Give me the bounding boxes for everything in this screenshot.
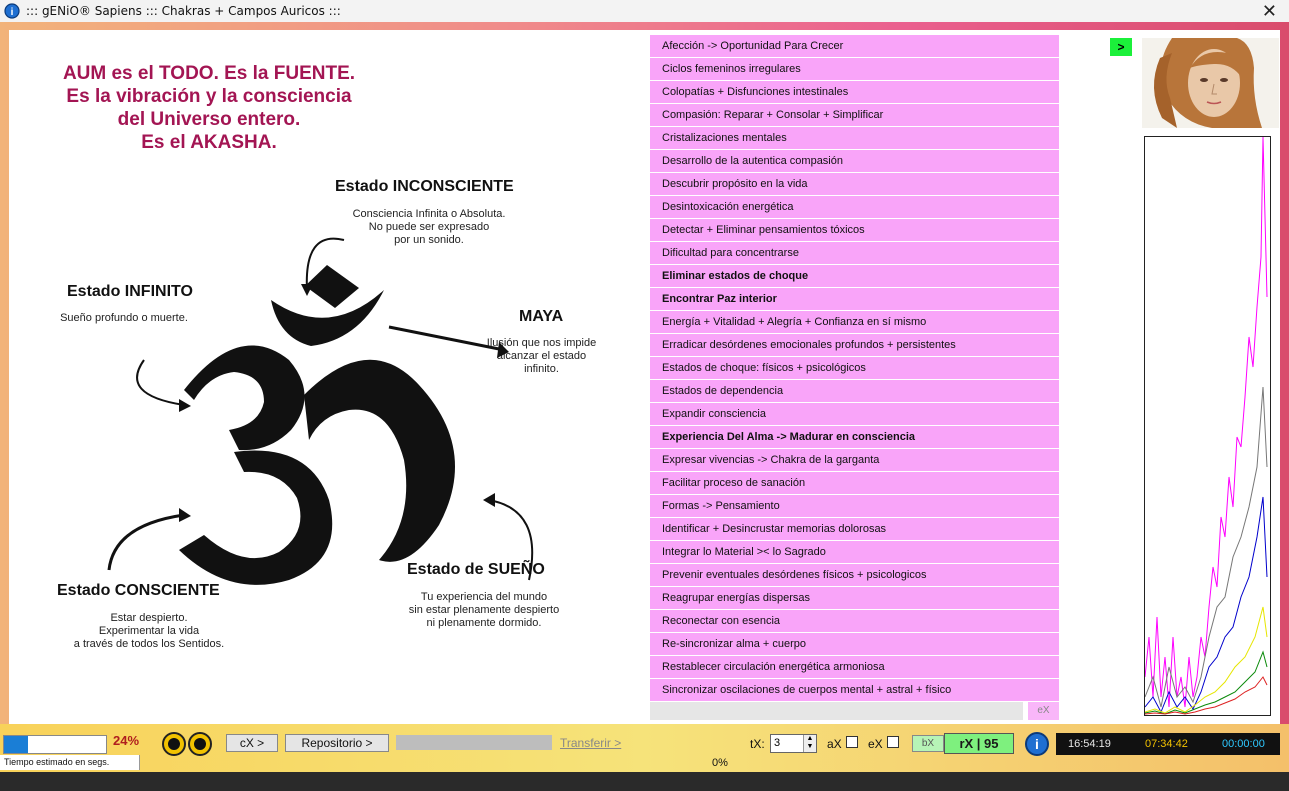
window-title: ::: gENiO® Sapiens ::: Chakras + Campos … [26, 4, 341, 18]
state-consciente-desc: Estar despierto. Experimentar la vida a … [59, 612, 239, 651]
list-item[interactable]: Encontrar Paz interior [650, 288, 1059, 310]
aum-line: Es la vibración y la consciencia [66, 86, 352, 107]
aum-line: del Universo entero. [117, 109, 301, 130]
tx-stepper[interactable]: 3 ▲ ▼ [770, 734, 817, 753]
progress-bar [3, 735, 107, 754]
status-percent: 0% [712, 757, 728, 769]
clock-time-2: 07:34:42 [1145, 738, 1188, 750]
ex-button[interactable]: eX [1028, 702, 1059, 720]
desc-line: Experimentar la vida [98, 625, 200, 637]
tx-value: 3 [774, 737, 781, 749]
desc-line: sin estar plenamente despierto [408, 604, 560, 616]
list-item[interactable]: Detectar + Eliminar pensamientos tóxicos [650, 219, 1059, 241]
venus-portrait-icon [1142, 38, 1279, 128]
list-item[interactable]: Identificar + Desincrustar memorias dolo… [650, 518, 1059, 540]
list-item[interactable]: Reagrupar energías dispersas [650, 587, 1059, 609]
list-item[interactable]: Compasión: Reparar + Consolar + Simplifi… [650, 104, 1059, 126]
toggle-left-icon[interactable] [162, 732, 186, 756]
list-item[interactable]: Estados de dependencia [650, 380, 1059, 402]
om-symbol-icon [107, 237, 534, 585]
energy-graph-plot [1144, 136, 1268, 715]
tx-spin-icon[interactable]: ▲ ▼ [803, 735, 816, 752]
list-item[interactable]: Ciclos femeninos irregulares [650, 58, 1059, 80]
list-item[interactable]: Reconectar con esencia [650, 610, 1059, 632]
clock-panel: 16:54:19 07:34:42 00:00:00 [1056, 733, 1280, 755]
list-item[interactable]: Dificultad para concentrarse [650, 242, 1059, 264]
desc-line: Estar despierto. [110, 612, 188, 624]
aum-description: AUM es el TODO. Es la FUENTE. Es la vibr… [29, 62, 389, 154]
svg-text:i: i [11, 7, 14, 18]
topics-list: Afección -> Oportunidad Para Crecer Ciclo… [650, 35, 1059, 702]
clock-time-1: 16:54:19 [1068, 738, 1111, 750]
list-item[interactable]: Sincronizar oscilaciones de cuerpos ment… [650, 679, 1059, 701]
list-item[interactable]: Descubrir propósito en la vida [650, 173, 1059, 195]
list-item[interactable]: Integrar lo Material >< lo Sagrado [650, 541, 1059, 563]
cx-button[interactable]: cX > [226, 734, 278, 752]
tx-label: tX: [750, 737, 765, 751]
clock-time-3: 00:00:00 [1222, 738, 1265, 750]
list-item[interactable]: Eliminar estados de choque [650, 265, 1059, 287]
list-item[interactable]: Expresar vivencias -> Chakra de la garga… [650, 449, 1059, 471]
ax-label: aX [827, 737, 842, 751]
list-item[interactable]: Desarrollo de la autentica compasión [650, 150, 1059, 172]
desc-line: ni plenamente dormido. [426, 617, 542, 629]
list-item[interactable]: Facilitar proceso de sanación [650, 472, 1059, 494]
list-item[interactable]: Expandir consciencia [650, 403, 1059, 425]
list-item[interactable]: Afección -> Oportunidad Para Crecer [650, 35, 1059, 57]
energy-graph [1144, 136, 1271, 716]
desc-line: a través de todos los Sentidos. [73, 638, 225, 650]
list-item[interactable]: Prevenir eventuales desórdenes físicos +… [650, 564, 1059, 586]
bottom-toolbar: 24% cX > Repositorio > Transferir > tX: … [0, 729, 1289, 756]
info-icon[interactable]: i [1025, 732, 1049, 756]
list-item[interactable]: Energía + Vitalidad + Alegría + Confianz… [650, 311, 1059, 333]
status-bar: Tiempo estimado en segs. 0% [0, 755, 1289, 772]
list-item[interactable]: Colopatías + Disfunciones intestinales [650, 81, 1059, 103]
repositorio-button[interactable]: Repositorio > [285, 734, 389, 752]
app-info-icon: i [4, 3, 20, 19]
list-item[interactable]: Experiencia Del Alma -> Madurar en consc… [650, 426, 1059, 448]
list-item[interactable]: Estados de choque: físicos + psicológico… [650, 357, 1059, 379]
ex-label: eX [868, 737, 883, 751]
list-item[interactable]: Cristalizaciones mentales [650, 127, 1059, 149]
list-item[interactable]: Re-sincronizar alma + cuerpo [650, 633, 1059, 655]
list-item[interactable]: Formas -> Pensamiento [650, 495, 1059, 517]
aum-line: AUM es el TODO. Es la FUENTE. [62, 63, 356, 84]
transfer-link[interactable]: Transferir > [560, 736, 621, 750]
ex-input-bar[interactable] [650, 702, 1023, 720]
ax-checkbox[interactable] [846, 736, 858, 748]
title-bar: i ::: gENiO® Sapiens ::: Chakras + Campo… [0, 0, 1289, 22]
rx-display[interactable]: rX | 95 [944, 733, 1014, 754]
ex-checkbox[interactable] [887, 736, 899, 748]
list-item[interactable]: Erradicar desórdenes emocionales profund… [650, 334, 1059, 356]
toggle-right-icon[interactable] [188, 732, 212, 756]
transfer-progress [396, 735, 552, 750]
progress-fill [4, 736, 29, 753]
close-icon[interactable]: ✕ [1262, 1, 1277, 22]
bx-button[interactable]: bX [912, 735, 944, 752]
progress-percent: 24% [113, 733, 140, 748]
status-estimate: Tiempo estimado en segs. [0, 755, 140, 770]
go-button[interactable]: > [1110, 38, 1132, 56]
list-item[interactable]: Restablecer circulación energética armon… [650, 656, 1059, 678]
aum-line: Es el AKASHA. [141, 132, 277, 153]
list-item[interactable]: Desintoxicación energética [650, 196, 1059, 218]
main-canvas: AUM es el TODO. Es la FUENTE. Es la vibr… [9, 30, 1280, 724]
taskbar [0, 772, 1289, 791]
